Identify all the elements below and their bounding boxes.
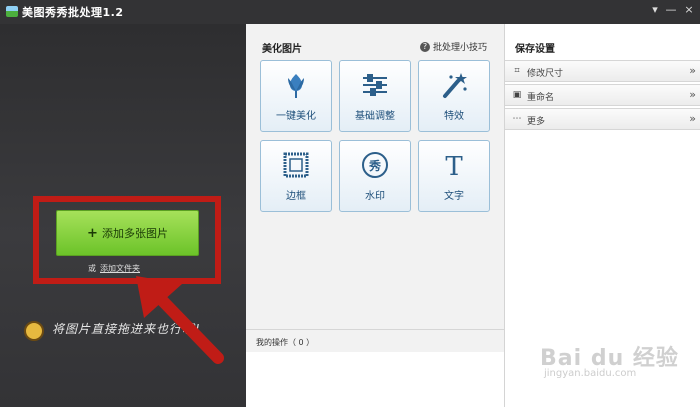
crop-icon: ⌗ <box>514 66 520 76</box>
red-arrow-annotation <box>136 276 224 364</box>
tool-text[interactable]: T 文字 <box>418 140 490 212</box>
tips-label: 批处理小技巧 <box>433 43 488 53</box>
minimize-button[interactable]: — <box>664 3 678 17</box>
frame-icon <box>261 151 331 179</box>
sliders-icon <box>340 71 410 99</box>
tulip-icon <box>261 71 331 99</box>
double-chevron-icon: » <box>689 88 696 101</box>
baidu-watermark-url: jingyan.baidu.com <box>544 368 637 379</box>
beautify-title: 美化图片 <box>262 44 302 55</box>
option-label: 修改尺寸 <box>527 69 564 79</box>
text-icon: T <box>419 151 489 179</box>
more-icon: ⋯ <box>512 114 522 124</box>
highlight-frame <box>33 196 221 284</box>
double-chevron-icon: » <box>689 64 696 77</box>
rename-icon: ▣ <box>512 90 522 100</box>
operations-bar: 我的操作（ 0 ） <box>246 329 504 351</box>
save-settings-title: 保存设置 <box>515 44 555 55</box>
tool-label: 边框 <box>286 191 306 202</box>
tool-one-click-beautify[interactable]: 一键美化 <box>260 60 332 132</box>
tool-border[interactable]: 边框 <box>260 140 332 212</box>
tool-label: 一键美化 <box>276 111 316 122</box>
tool-label: 特效 <box>444 111 464 122</box>
tool-watermark[interactable]: 秀 水印 <box>339 140 411 212</box>
smiley-mascot-icon <box>24 321 44 341</box>
operations-label: 我的操作（ 0 ） <box>256 338 315 347</box>
rename-option[interactable]: ▣ 重命名 » <box>505 84 700 106</box>
tool-label: 水印 <box>365 191 385 202</box>
stamp-icon: 秀 <box>340 151 410 179</box>
double-chevron-icon: » <box>689 112 696 125</box>
text-glyph: T <box>445 152 463 179</box>
app-icon <box>6 6 18 17</box>
tool-label: 文字 <box>444 191 464 202</box>
option-label: 重命名 <box>527 93 555 103</box>
stamp-glyph: 秀 <box>368 158 382 173</box>
tool-label: 基础调整 <box>355 111 395 122</box>
tips-link[interactable]: ? 批处理小技巧 <box>420 40 487 53</box>
operations-area <box>246 352 504 407</box>
magic-wand-icon <box>419 71 489 99</box>
close-button[interactable]: × <box>682 3 696 17</box>
title-bar: 美图秀秀批处理1.2 ▾ — × <box>0 0 700 24</box>
menu-button[interactable]: ▾ <box>648 3 662 17</box>
tool-effects[interactable]: 特效 <box>418 60 490 132</box>
option-label: 更多 <box>527 117 546 127</box>
tool-basic-adjust[interactable]: 基础调整 <box>339 60 411 132</box>
window-title: 美图秀秀批处理1.2 <box>22 6 124 19</box>
resize-option[interactable]: ⌗ 修改尺寸 » <box>505 60 700 82</box>
beautify-panel: 美化图片 ? 批处理小技巧 一键美化 基础调整 特效 边框 秀 水印 T 文字 … <box>246 24 504 407</box>
question-icon: ? <box>420 41 430 52</box>
more-option[interactable]: ⋯ 更多 » <box>505 108 700 130</box>
